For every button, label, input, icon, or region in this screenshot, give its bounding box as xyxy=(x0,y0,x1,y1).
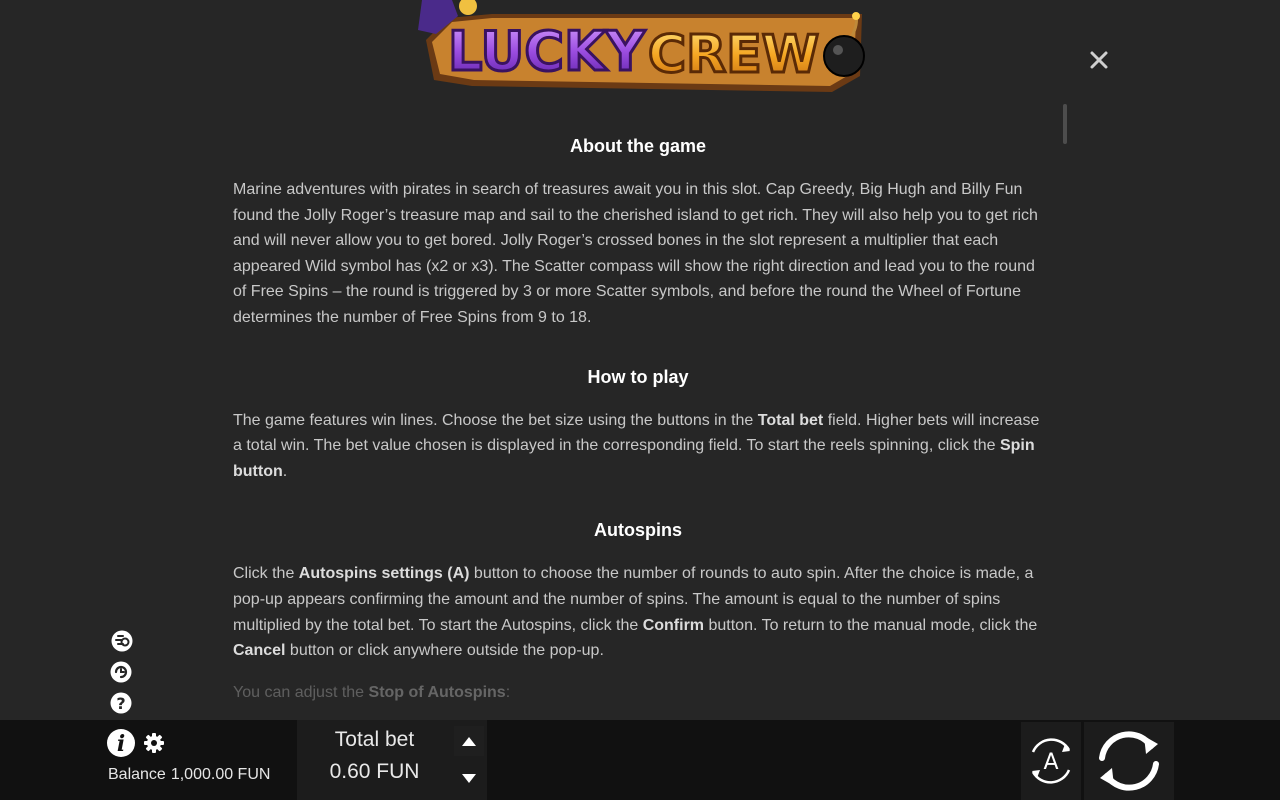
text-run: : xyxy=(505,683,511,701)
logo-word-1: LUCKY xyxy=(448,20,646,83)
bet-decrease-button[interactable] xyxy=(454,764,484,794)
triangle-up-icon xyxy=(462,737,476,746)
spin-button[interactable] xyxy=(1084,722,1174,800)
text-run: button or click anywhere outside the pop… xyxy=(285,642,604,660)
autospins-text: Click the Autospins settings (A) button … xyxy=(233,561,1043,663)
gear-icon[interactable] xyxy=(143,732,165,754)
how-to-play-text: The game features win lines. Choose the … xyxy=(233,408,1043,485)
stop-of-autospins-text: You can adjust the Stop of Autospins: xyxy=(233,680,1043,705)
autospin-settings-button[interactable]: A xyxy=(1021,722,1081,800)
close-icon[interactable] xyxy=(1086,47,1112,73)
text-run: . xyxy=(282,462,288,480)
section-title-about: About the game xyxy=(569,136,706,156)
autospin-letter: A xyxy=(1043,750,1058,775)
bold-run: Stop of Autospins xyxy=(368,683,506,701)
about-text: Marine adventures with pirates in search… xyxy=(233,181,1038,326)
svg-text:i: i xyxy=(117,731,125,757)
text-run: You can adjust the xyxy=(233,683,369,701)
bold-run: Cancel xyxy=(233,642,286,660)
total-bet-panel: Total bet 0.60 FUN xyxy=(297,720,487,800)
quick-spin-icon[interactable] xyxy=(108,659,134,685)
text-run: Click the xyxy=(233,565,299,583)
bold-run: Autospins settings (A) xyxy=(298,565,470,583)
turbo-icon[interactable] xyxy=(108,628,134,654)
info-icon[interactable]: i xyxy=(106,728,136,758)
balance-label: Balance xyxy=(108,766,166,783)
section-title-autospins: Autospins xyxy=(594,520,682,541)
bold-run: Confirm xyxy=(642,616,705,634)
triangle-down-icon xyxy=(462,774,476,783)
text-run: The game features win lines. Choose the … xyxy=(233,411,758,429)
bet-increase-button[interactable] xyxy=(454,726,484,756)
bottom-bar: i Balance 1,000.00 FUN Total bet 0.60 FUN xyxy=(0,720,1280,800)
section-title-how-to-play: How to play xyxy=(587,366,689,387)
help-icon[interactable]: ? xyxy=(108,690,134,716)
logo-word-2: CREW xyxy=(648,25,819,85)
rules-content: About the game Marine adventures with pi… xyxy=(233,130,1043,705)
game-logo: LUCKY CREW xyxy=(418,0,865,92)
bold-run: Total bet xyxy=(757,411,824,429)
autospin-icon: A xyxy=(1031,738,1071,784)
total-bet-value: 0.60 FUN xyxy=(329,760,420,783)
text-run: button. To return to the manual mode, cl… xyxy=(704,616,1038,634)
total-bet-label: Total bet xyxy=(334,728,415,751)
scrollbar-thumb[interactable] xyxy=(1063,104,1067,144)
balance-display: Balance 1,000.00 FUN xyxy=(108,766,270,784)
scrollbar[interactable] xyxy=(1063,100,1069,710)
balance-value: 1,000.00 FUN xyxy=(170,766,271,783)
svg-text:?: ? xyxy=(116,694,125,713)
